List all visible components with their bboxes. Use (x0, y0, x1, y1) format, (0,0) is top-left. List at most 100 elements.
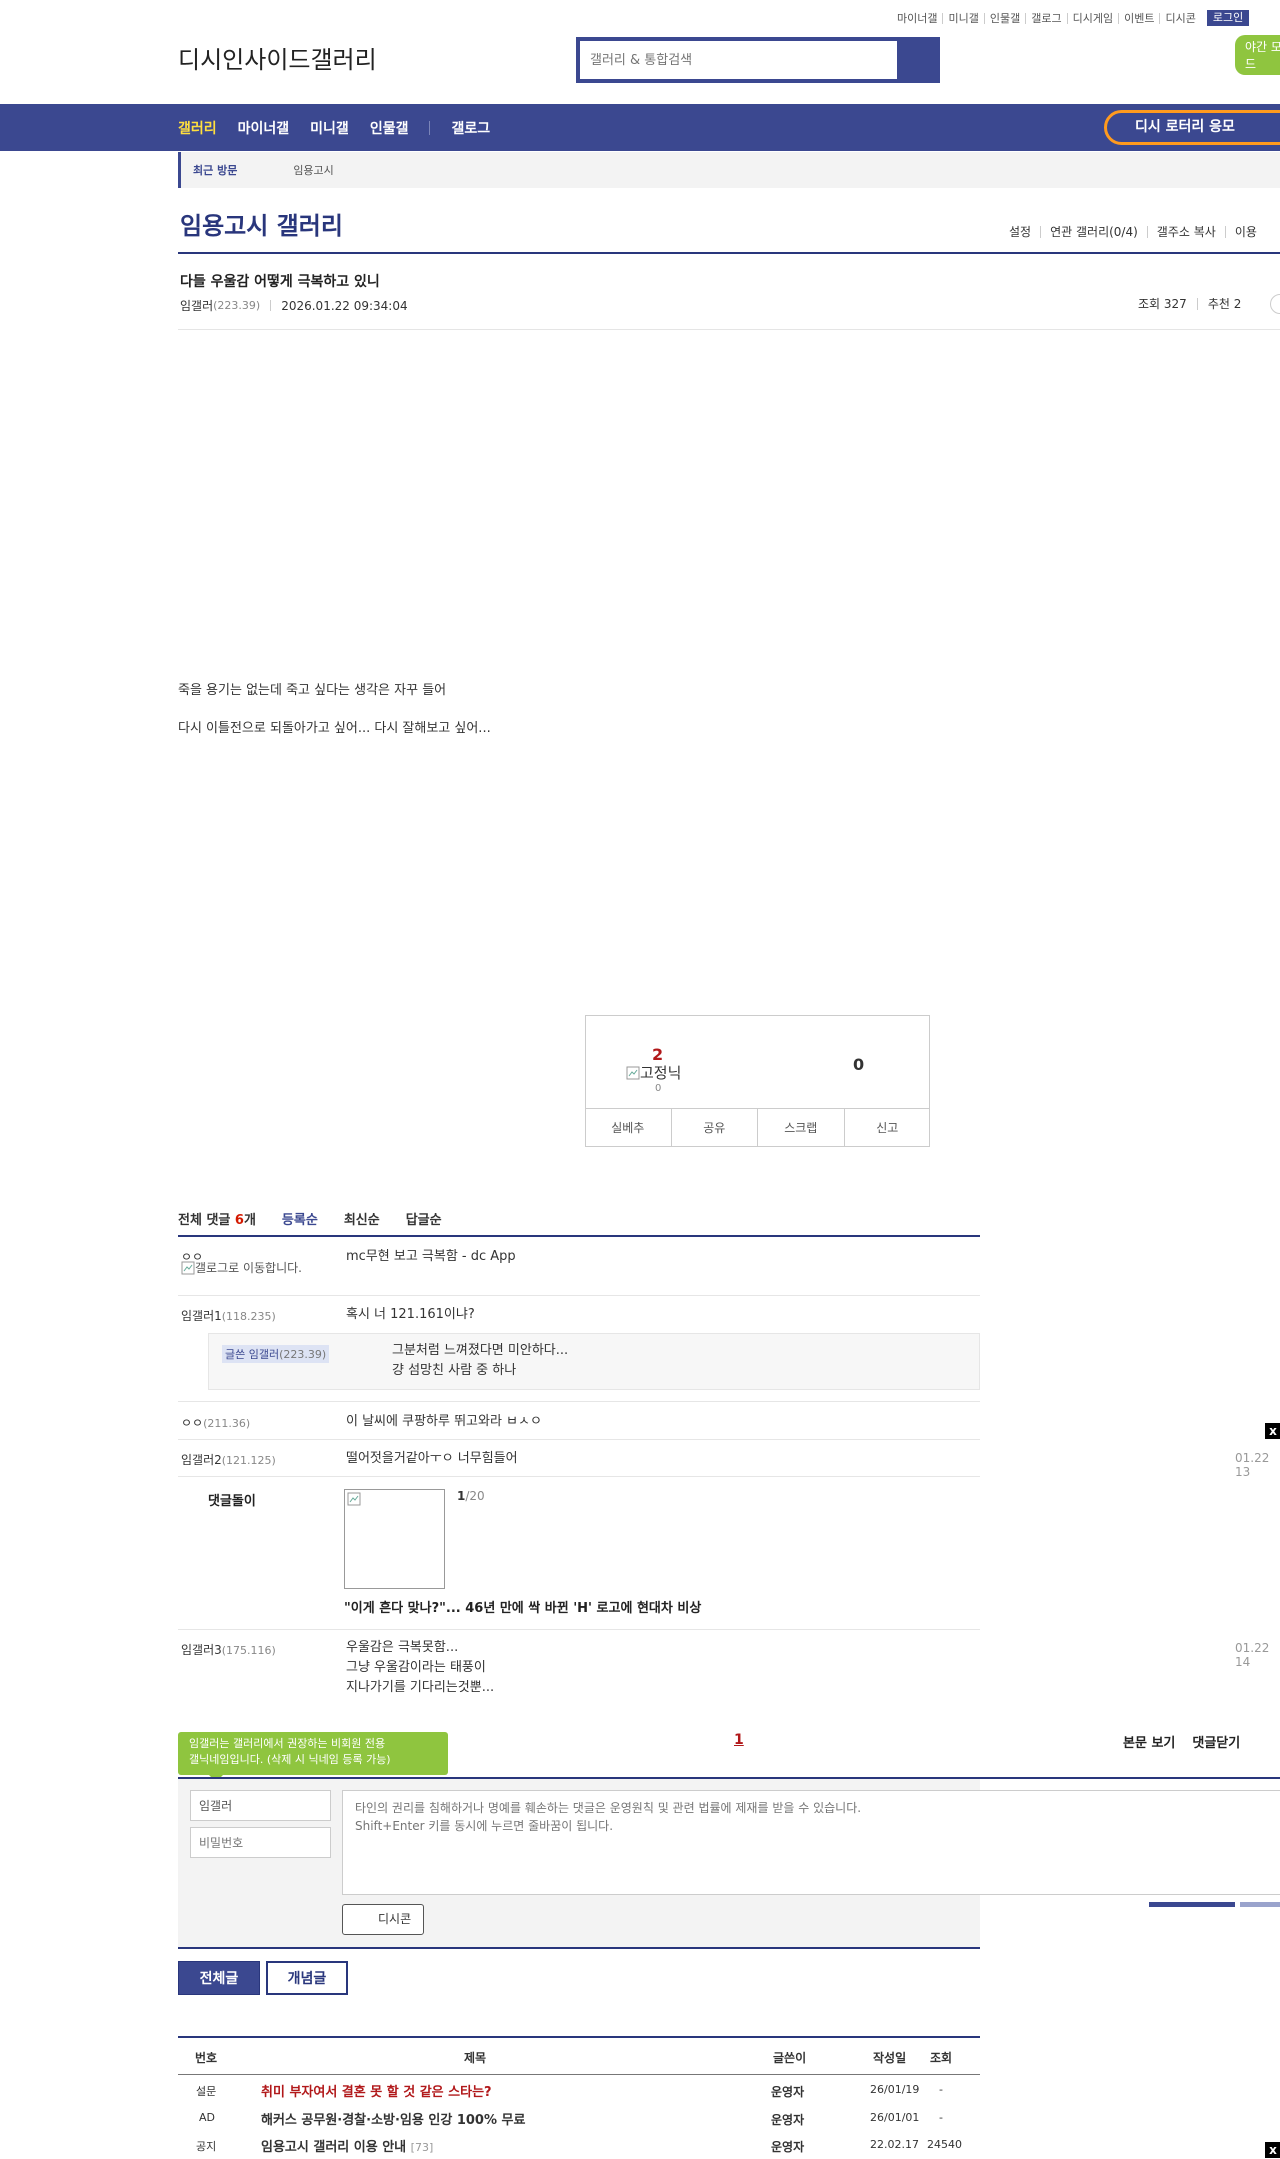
comment-actions: 본문 보기 댓글닫기 (1123, 1732, 1257, 1751)
comment-author[interactable]: ㅇㅇ(211.36) (181, 1414, 250, 1431)
post-meta: 임갤러 (223.39) 2026.01.22 09:34:04 (180, 297, 408, 314)
comment-author[interactable]: 임갤러1(118.235) (181, 1307, 276, 1324)
downvote-count[interactable]: 0 (853, 1055, 864, 1074)
comment-separator (178, 1629, 980, 1630)
comment-separator (178, 1476, 980, 1477)
nav-gallog[interactable]: 갤로그 (451, 118, 490, 138)
search-input[interactable] (580, 41, 897, 79)
upvote-button[interactable]: 고정닉 (626, 1062, 681, 1083)
comment-author[interactable]: 임갤러3(175.116) (181, 1641, 276, 1658)
report-button[interactable]: 신고 (843, 1109, 931, 1147)
best-recommend-button[interactable]: 실베추 (585, 1109, 671, 1147)
broken-image-icon (347, 1492, 361, 1506)
sort-reply-tab[interactable]: 답글순 (406, 1209, 442, 1228)
nav-person[interactable]: 인물갤 (370, 118, 409, 138)
scrap-button[interactable]: 스크랩 (757, 1109, 844, 1147)
post-title: 다들 우울감 어떻게 극복하고 있니 (180, 274, 380, 290)
news-thumbnail[interactable] (344, 1489, 445, 1589)
close-comments-button[interactable]: 댓글닫기 (1192, 1732, 1240, 1751)
util-link-gallog[interactable]: 갤로그 (1025, 12, 1066, 24)
submit-register-button[interactable] (1240, 1902, 1280, 1907)
copy-url-link[interactable]: 갤주소 복사 (1146, 226, 1225, 238)
dccon-button[interactable]: 디시콘 (342, 1904, 424, 1935)
password-field[interactable] (190, 1827, 331, 1858)
form-bottom-divider (178, 1947, 980, 1949)
lottery-button[interactable]: 디시 로터리 응모 (1104, 110, 1280, 145)
col-header-views: 조회 (930, 2051, 953, 2065)
comment-date: 01.22 14 (1235, 1641, 1270, 1669)
search-button[interactable] (897, 41, 936, 79)
fixed-nick-alt: 고정닉 (640, 1064, 682, 1082)
col-header-date: 작성일 (873, 2051, 907, 2065)
comment-textarea[interactable] (342, 1790, 1280, 1895)
table-row-views: - (939, 2083, 943, 2096)
nav-minor[interactable]: 마이너갤 (238, 118, 290, 138)
comment-author[interactable]: 임갤러2(121.125) (181, 1451, 276, 1468)
night-mode-button[interactable]: 야간 모드 (1235, 35, 1280, 75)
vote-actions: 실베추 공유 스크랩 신고 (585, 1108, 930, 1147)
usage-link[interactable]: 이용 (1224, 226, 1266, 238)
util-link-event[interactable]: 이벤트 (1118, 12, 1159, 24)
table-row-author[interactable]: 운영자 (771, 2083, 804, 2100)
gallery-title[interactable]: 임용고시 갤러리 (180, 206, 343, 241)
util-link-person[interactable]: 인물갤 (983, 12, 1025, 24)
table-row-author[interactable]: 운영자 (771, 2138, 804, 2155)
more-options-icon[interactable] (1270, 294, 1280, 314)
comment-page-link[interactable]: 1 (734, 1732, 744, 1748)
post-header-divider (178, 329, 1280, 330)
gallog-link[interactable]: 갤로그로 이동합니다. (181, 1261, 315, 1275)
comment-bot-label: 댓글돌이 (208, 1494, 256, 1509)
meta-divider (270, 300, 272, 311)
table-row-title[interactable]: 취미 부자여서 결혼 못 할 것 같은 스타는? (261, 2081, 492, 2100)
post-author[interactable]: 임갤러 (180, 297, 213, 314)
util-link-mini[interactable]: 미니갤 (942, 12, 983, 24)
sort-registered-tab[interactable]: 등록순 (282, 1209, 318, 1228)
submit-button[interactable] (1149, 1902, 1235, 1907)
gallery-settings-link[interactable]: 설정 (1000, 226, 1040, 238)
table-row-title[interactable]: 해커스 공무원·경찰·소방·임용 인강 100% 무료 (261, 2109, 525, 2128)
comment-text: 우울감은 극복못함... 그냥 우울감이라는 태풍이 지나가기를 기다리는것뿐.… (346, 1640, 495, 1695)
gallery-menu: 설정 연관 갤러리(0/4) 갤주소 복사 이용 (1000, 226, 1266, 238)
util-link-game[interactable]: 디시게임 (1066, 12, 1118, 24)
all-posts-tab[interactable]: 전체글 (178, 1961, 260, 1995)
related-gallery-link[interactable]: 연관 갤러리(0/4) (1040, 226, 1147, 238)
close-icon[interactable]: x (1265, 1423, 1280, 1439)
recent-label: 최근 방문 (193, 164, 238, 177)
news-pager: 1/20 (457, 1489, 485, 1503)
top-util-links: 마이너갤 미니갤 인물갤 갤로그 디시게임 이벤트 디시콘 로그인 (892, 10, 1250, 26)
search-box (576, 37, 940, 83)
table-row-title[interactable]: 임용고시 갤러리 이용 안내 [73] (261, 2136, 433, 2155)
view-body-button[interactable]: 본문 보기 (1123, 1732, 1175, 1751)
comment-text: 이 날씨에 쿠팡하루 뛰고와라 ㅂㅅㅇ (346, 1414, 542, 1429)
close-icon[interactable]: x (1265, 2142, 1280, 2158)
post-stats: 조회 327 추천 2 (1128, 298, 1251, 310)
table-row-date: 26/01/19 (870, 2083, 920, 2096)
nav-divider (429, 121, 431, 135)
table-row-num: 공지 (196, 2140, 217, 2153)
recent-visited-bar: 최근 방문 임용고시 (178, 152, 1280, 188)
comment-separator (178, 1439, 980, 1440)
recent-gallery-link[interactable]: 임용고시 (293, 162, 333, 178)
list-header-rule (178, 2074, 980, 2075)
nav-gallery[interactable]: 갤러리 (178, 118, 217, 138)
util-link-minor[interactable]: 마이너갤 (892, 13, 942, 24)
news-headline[interactable]: "이게 흔다 맞나?"... 46년 만에 싹 바뀐 'H' 로고에 현대차 비… (344, 1597, 701, 1616)
share-button[interactable]: 공유 (670, 1109, 758, 1147)
recommended-posts-tab[interactable]: 개념글 (266, 1961, 348, 1995)
util-link-dccon[interactable]: 디시콘 (1159, 12, 1200, 24)
site-logo[interactable]: 디시인사이드갤러리 (178, 40, 377, 75)
table-row-num: AD (199, 2111, 215, 2124)
reply-text: 그분처럼 느껴졌다면 미안하다... 걍 섬망친 사람 중 하나 (392, 1343, 569, 1378)
comment-tabs: 전체 댓글 6개 등록순 최신순 답글순 (178, 1209, 468, 1228)
gallog-alt-text: 갤로그로 이동합니다. (195, 1261, 302, 1275)
nickname-field[interactable] (190, 1790, 331, 1821)
sort-latest-tab[interactable]: 최신순 (344, 1209, 380, 1228)
nav-mini[interactable]: 미니갤 (310, 118, 349, 138)
col-header-num: 번호 (195, 2051, 218, 2065)
post-author-ip: (223.39) (213, 299, 261, 312)
col-header-title: 제목 (464, 2051, 487, 2065)
reply-author[interactable]: 글쓴 임갤러(223.39) (222, 1345, 330, 1363)
table-row-num: 설문 (196, 2085, 217, 2098)
login-button[interactable]: 로그인 (1206, 10, 1250, 26)
table-row-author[interactable]: 운영자 (771, 2111, 804, 2128)
